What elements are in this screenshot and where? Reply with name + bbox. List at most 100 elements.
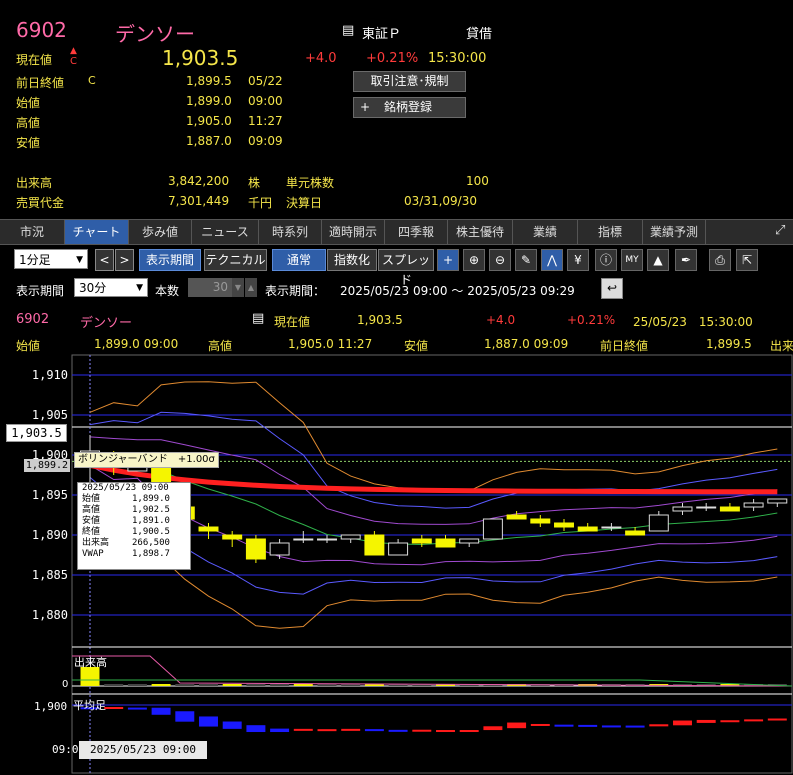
tooltip-key: 高値	[82, 505, 101, 515]
yen-icon[interactable]: ¥	[567, 249, 589, 271]
interval-select[interactable]: 1分足 ▼	[14, 249, 88, 269]
tab-chart[interactable]: チャート	[65, 220, 129, 244]
y-tick-label: 1,905	[32, 408, 68, 422]
y-tick-label: 1,885	[32, 568, 68, 582]
register-stock-button[interactable]: + 銘柄登録	[353, 97, 466, 118]
tooltip-row: 出来高 266,500	[78, 538, 190, 549]
avg-candle	[341, 728, 361, 731]
up-arrow-icon: ▲	[70, 46, 77, 56]
area-chart-icon[interactable]: ▲	[647, 249, 669, 271]
my-icon[interactable]: MY	[621, 249, 643, 271]
period-select[interactable]: 30分 ▼	[74, 278, 148, 297]
expand-icon[interactable]: ⤢	[775, 223, 785, 238]
avg-candle	[151, 707, 171, 715]
period-button[interactable]: 表示期間	[139, 249, 201, 271]
spread-button[interactable]: スプレッド	[378, 249, 434, 287]
price-change-pct: +0.21%	[366, 51, 419, 66]
tooltip-value: 1,899.0	[132, 494, 170, 504]
quote-extra: 出来	[770, 339, 793, 353]
avg-candle	[364, 729, 384, 732]
zoom-out-icon[interactable]: ⊖	[489, 249, 511, 271]
avg-candle	[530, 723, 550, 726]
quote-high-label: 高値	[208, 339, 233, 353]
low-value: 1,887.0	[186, 134, 232, 148]
tab-news[interactable]: ニュース	[192, 220, 259, 244]
pencil-icon[interactable]: ✎	[515, 249, 537, 271]
tooltip-key: 安値	[82, 516, 101, 526]
volume-label: 出来高	[16, 176, 53, 190]
high-value: 1,905.0	[186, 114, 232, 128]
document-icon: ▤	[342, 23, 355, 38]
avg-candle	[436, 730, 455, 733]
tooltip-row: 終値 1,900.5	[78, 527, 190, 538]
prev-close-mark: C	[88, 74, 96, 87]
y-tick-label: 1,910	[32, 368, 68, 382]
quote-code: 6902	[16, 312, 50, 327]
count-input[interactable]: 30	[188, 278, 232, 297]
market-label: 東証Ｐ	[362, 27, 402, 42]
tab-benefits[interactable]: 株主優待	[448, 220, 513, 244]
tab-market[interactable]: 市況	[0, 220, 65, 244]
volume-bar	[175, 684, 195, 686]
tab-ticks[interactable]: 歩み値	[129, 220, 192, 244]
quote-datetime: 25/05/23 15:30:00	[633, 315, 753, 329]
avg-candle	[554, 724, 574, 727]
volume-bar	[199, 684, 218, 686]
current-label: 現在値	[16, 53, 53, 67]
tooltip-key: VWAP	[82, 549, 104, 559]
trading-caution-button[interactable]: 取引注意･規制	[353, 71, 466, 92]
tab-indicators[interactable]: 指標	[578, 220, 643, 244]
tab-earnings[interactable]: 業績	[513, 220, 578, 244]
tab-shikiho[interactable]: 四季報	[385, 220, 448, 244]
reset-icon[interactable]: ↩	[601, 278, 623, 299]
volume-bar	[222, 684, 242, 686]
quote-low-label: 安値	[404, 339, 429, 353]
chevron-down-icon: ▼	[136, 283, 143, 293]
tooltip-value: 1,902.5	[132, 505, 170, 515]
range-label: 表示期間：	[265, 284, 326, 298]
candle-body	[459, 538, 480, 544]
normal-button[interactable]: 通常	[272, 249, 326, 271]
tab-forecast[interactable]: 業績予測	[643, 220, 706, 244]
fiscal-value: 03/31,09/30	[404, 194, 477, 208]
next-button[interactable]: >	[115, 249, 134, 271]
count-down-icon[interactable]: ▼	[232, 278, 244, 297]
prev-button[interactable]: <	[95, 249, 114, 271]
candle-body	[388, 542, 409, 556]
avg-candle	[767, 718, 787, 721]
tooltip-key: 終値	[82, 527, 101, 537]
tab-disclosure[interactable]: 適時開示	[322, 220, 385, 244]
export-icon[interactable]: ⇱	[736, 249, 758, 271]
quote-open-label: 始値	[16, 339, 41, 353]
volume-bar	[104, 684, 124, 686]
quote-change: +4.0	[486, 313, 516, 327]
avg-candle	[578, 724, 598, 727]
low-time: 09:09	[248, 134, 283, 148]
crosshair-icon[interactable]: +	[437, 249, 459, 271]
price-change: +4.0	[305, 51, 337, 66]
candle-body	[719, 506, 740, 512]
avg-candle	[317, 729, 337, 732]
info-icon[interactable]: ⓘ	[595, 249, 617, 271]
zoom-in-icon[interactable]: ⊕	[463, 249, 485, 271]
index-button[interactable]: 指数化	[327, 249, 377, 271]
print-icon[interactable]: ⎙	[709, 249, 731, 271]
wrench-icon[interactable]: ✒	[675, 249, 697, 271]
low-label: 安値	[16, 136, 41, 150]
candle-body	[245, 538, 266, 560]
count-up-icon[interactable]: ▲	[245, 278, 257, 297]
tooltip-row: 2025/05/23 09:00	[78, 483, 190, 494]
stock-name: デンソー	[115, 22, 195, 46]
avg-candle	[696, 719, 716, 723]
y-tick-label: 1,890	[32, 528, 68, 542]
volume-zero-tick: 0	[62, 679, 69, 690]
document-icon: ▤	[252, 311, 265, 326]
register-stock-label: 銘柄登録	[384, 100, 433, 114]
trend-icon[interactable]: ⋀	[541, 249, 563, 271]
prev-close-label: 前日終値	[16, 76, 65, 90]
tab-timeseries[interactable]: 時系列	[259, 220, 322, 244]
technical-button[interactable]: テクニカル	[204, 249, 267, 271]
candle-body	[269, 542, 290, 556]
open-value: 1,899.0	[186, 94, 232, 108]
avg-candle	[459, 730, 479, 733]
